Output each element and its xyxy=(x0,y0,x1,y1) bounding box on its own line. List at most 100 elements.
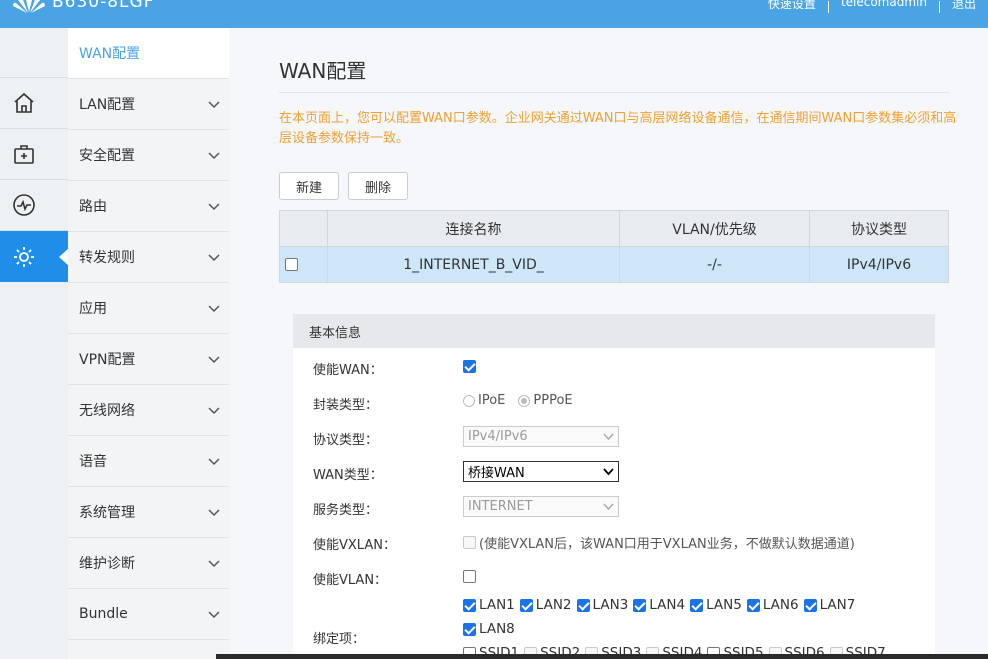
gear-icon xyxy=(14,246,34,267)
chevron-down-icon xyxy=(208,203,220,211)
chevron-down-icon xyxy=(208,458,220,466)
enable-wan-value xyxy=(463,359,476,374)
port-label: LAN8 xyxy=(479,621,515,637)
vlan-checkbox[interactable] xyxy=(463,570,476,583)
bind-lan3[interactable]: LAN3 xyxy=(576,595,629,616)
chevron-down-icon xyxy=(208,254,220,262)
vxlan-checkbox[interactable] xyxy=(463,536,476,549)
service-label: 服务类型： xyxy=(313,503,379,518)
lan4-checkbox[interactable] xyxy=(633,599,647,612)
menu-label: 维护诊断 xyxy=(79,556,135,572)
chevron-down-icon xyxy=(208,509,220,517)
menu-vpn[interactable]: VPN配置 xyxy=(68,334,229,385)
bind-lan6[interactable]: LAN6 xyxy=(746,595,799,616)
menu-security[interactable]: 安全配置 xyxy=(68,130,229,181)
horizontal-scrollbar[interactable] xyxy=(216,654,988,659)
lan6-checkbox[interactable] xyxy=(746,599,760,612)
bind-lan4[interactable]: LAN4 xyxy=(633,595,685,616)
menu-app[interactable]: 应用 xyxy=(68,283,229,334)
lan2-checkbox[interactable] xyxy=(519,599,533,612)
port-label: LAN6 xyxy=(762,597,799,613)
lan7-checkbox[interactable] xyxy=(803,599,817,612)
device-model: B630-8LGF xyxy=(52,0,155,12)
cell-vlan: -/- xyxy=(619,246,810,283)
home-nav[interactable] xyxy=(0,78,68,129)
menu-wireless[interactable]: 无线网络 xyxy=(68,385,229,436)
icon-sidebar xyxy=(0,28,69,659)
row-checkbox[interactable] xyxy=(285,258,298,271)
logout-link[interactable]: 退出 xyxy=(940,0,988,13)
port-label: LAN7 xyxy=(819,597,856,613)
service-select[interactable]: INTERNET xyxy=(463,496,619,517)
home-icon xyxy=(14,92,34,113)
pppoe-label: PPPoE xyxy=(533,393,573,408)
main-content: WAN配置 在本页面上，您可以配置WAN口参数。企业网关通过WAN口与高层网络设… xyxy=(229,28,988,659)
encap-options: IPoE PPPoE xyxy=(463,393,573,408)
select-header xyxy=(279,210,328,247)
cell-name: 1_INTERNET_B_VID_ xyxy=(327,246,620,283)
menu-label: 应用 xyxy=(79,301,107,317)
lan3-checkbox[interactable] xyxy=(576,599,590,612)
col-proto: 协议类型 xyxy=(809,210,949,247)
menu-forward[interactable]: 转发规则 xyxy=(68,232,229,283)
menu-bundle[interactable]: Bundle xyxy=(68,589,229,640)
monitor-nav[interactable] xyxy=(0,180,68,231)
delete-button[interactable]: 删除 xyxy=(348,172,408,200)
menu-wan[interactable]: WAN配置 xyxy=(68,28,229,79)
bind-lan1[interactable]: LAN1 xyxy=(463,595,515,616)
vxlan-note: (使能VXLAN后，该WAN口用于VXLAN业务，不做默认数据通道) xyxy=(479,537,855,552)
menu-label: 系统管理 xyxy=(79,505,135,521)
chevron-down-icon xyxy=(208,356,220,364)
ipoe-radio[interactable] xyxy=(463,394,475,407)
menu-lan[interactable]: LAN配置 xyxy=(68,79,229,130)
menu-route[interactable]: 路由 xyxy=(68,181,229,232)
proto-select[interactable]: IPv4/IPv6 xyxy=(463,426,619,447)
menu-system[interactable]: 系统管理 xyxy=(68,487,229,538)
bind-lan8[interactable]: LAN8 xyxy=(463,619,515,640)
enable-wan-checkbox[interactable] xyxy=(463,360,476,373)
firstaid-nav[interactable] xyxy=(0,129,68,180)
menu-diagnose[interactable]: 维护诊断 xyxy=(68,538,229,589)
wantype-select[interactable]: 桥接WAN xyxy=(463,461,619,482)
menu-voice[interactable]: 语音 xyxy=(68,436,229,487)
bind-label: 绑定项： xyxy=(313,632,366,647)
proto-label: 协议类型： xyxy=(313,433,379,448)
menu-label: LAN配置 xyxy=(79,97,136,113)
chevron-down-icon xyxy=(208,101,220,109)
vlan-field xyxy=(463,569,476,584)
menu-label: 无线网络 xyxy=(79,403,135,419)
pppoe-radio[interactable] xyxy=(518,394,531,407)
col-vlan: VLAN/优先级 xyxy=(619,210,810,247)
huawei-logo xyxy=(13,0,45,13)
port-label: LAN5 xyxy=(706,597,742,613)
sub-menu: WAN配置 LAN配置 安全配置 路由 转发规则 应用 VPN配置 无线网络 语… xyxy=(68,28,229,659)
enable-wan-label: 使能WAN： xyxy=(313,363,383,378)
settings-nav[interactable] xyxy=(0,231,69,282)
bind-lan5[interactable]: LAN5 xyxy=(690,595,742,616)
encap-label: 封装类型： xyxy=(313,398,379,413)
proto-value: IPv4/IPv6 xyxy=(468,429,528,444)
quick-setup-link[interactable]: 快速设置 xyxy=(756,0,828,13)
wantype-value: 桥接WAN xyxy=(468,466,525,481)
port-label: LAN1 xyxy=(479,597,515,613)
port-label: LAN3 xyxy=(592,597,629,613)
panel-title: 基本信息 xyxy=(293,314,935,348)
menu-label: 转发规则 xyxy=(79,250,135,266)
col-name: 连接名称 xyxy=(327,210,620,247)
first-aid-icon xyxy=(14,145,34,164)
bind-lan7[interactable]: LAN7 xyxy=(803,595,856,616)
bind-lan2[interactable]: LAN2 xyxy=(519,595,572,616)
menu-label: 安全配置 xyxy=(79,148,135,164)
lan5-checkbox[interactable] xyxy=(690,599,704,612)
row-select-cell xyxy=(279,246,328,283)
chevron-down-icon xyxy=(208,560,220,568)
lan1-checkbox[interactable] xyxy=(463,599,476,612)
table-row[interactable]: 1_INTERNET_B_VID_ -/- IPv4/IPv6 xyxy=(279,246,949,283)
page-title: WAN配置 xyxy=(279,59,367,83)
new-button[interactable]: 新建 xyxy=(279,172,339,200)
menu-label: 语音 xyxy=(79,454,107,470)
lan8-checkbox[interactable] xyxy=(463,623,476,636)
proto-field: IPv4/IPv6 xyxy=(463,426,619,447)
page-description: 在本页面上，您可以配置WAN口参数。企业网关通过WAN口与高层网络设备通信，在通… xyxy=(279,111,957,146)
menu-label: VPN配置 xyxy=(79,352,136,368)
